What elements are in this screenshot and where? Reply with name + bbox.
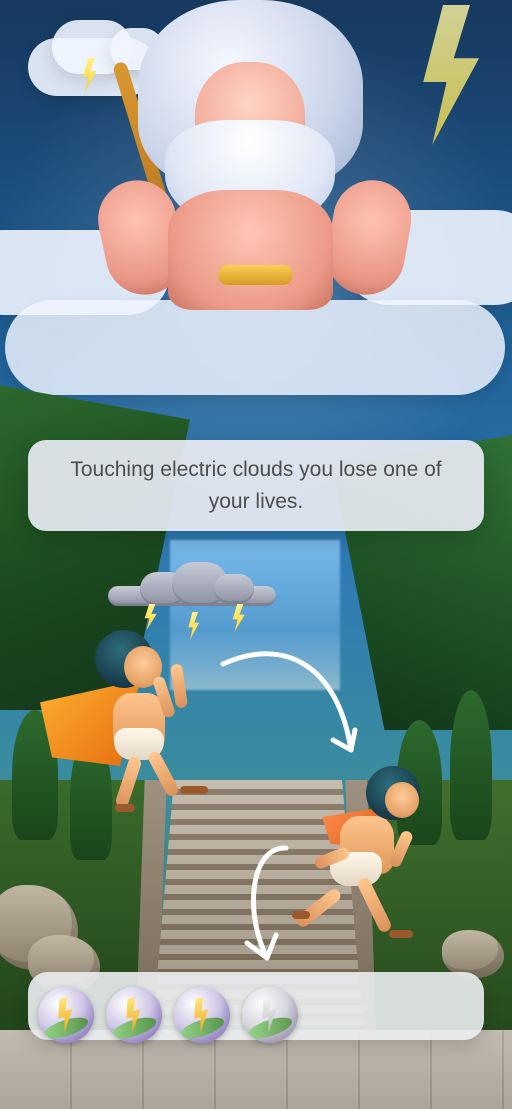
player-sandal xyxy=(115,804,135,812)
electric-cloud xyxy=(108,560,276,614)
player-character-running xyxy=(292,754,442,944)
game-scene: Touching electric clouds you lose one of… xyxy=(0,0,512,1109)
tutorial-message-box: Touching electric clouds you lose one of… xyxy=(28,440,484,531)
life-token xyxy=(38,987,94,1043)
player-leg xyxy=(355,876,394,934)
zeus-belt xyxy=(218,265,293,285)
zeus-character xyxy=(78,0,438,330)
player-sandal xyxy=(180,786,208,794)
player-arm xyxy=(169,663,189,709)
life-token-used xyxy=(242,987,298,1043)
life-token xyxy=(106,987,162,1043)
player-head xyxy=(385,782,419,818)
player-leg xyxy=(294,886,343,930)
cypress-tree xyxy=(450,690,492,840)
player-sandal xyxy=(292,911,310,919)
zeus-body xyxy=(168,190,333,310)
life-token xyxy=(174,987,230,1043)
electric-cloud-part xyxy=(214,574,254,604)
zeus-right-arm xyxy=(320,174,418,301)
stone-plaza xyxy=(0,1030,512,1109)
player-character-jumping xyxy=(40,628,220,818)
tutorial-message: Touching electric clouds you lose one of… xyxy=(70,458,442,513)
player-sandal xyxy=(389,930,413,938)
player-leg xyxy=(146,749,181,799)
